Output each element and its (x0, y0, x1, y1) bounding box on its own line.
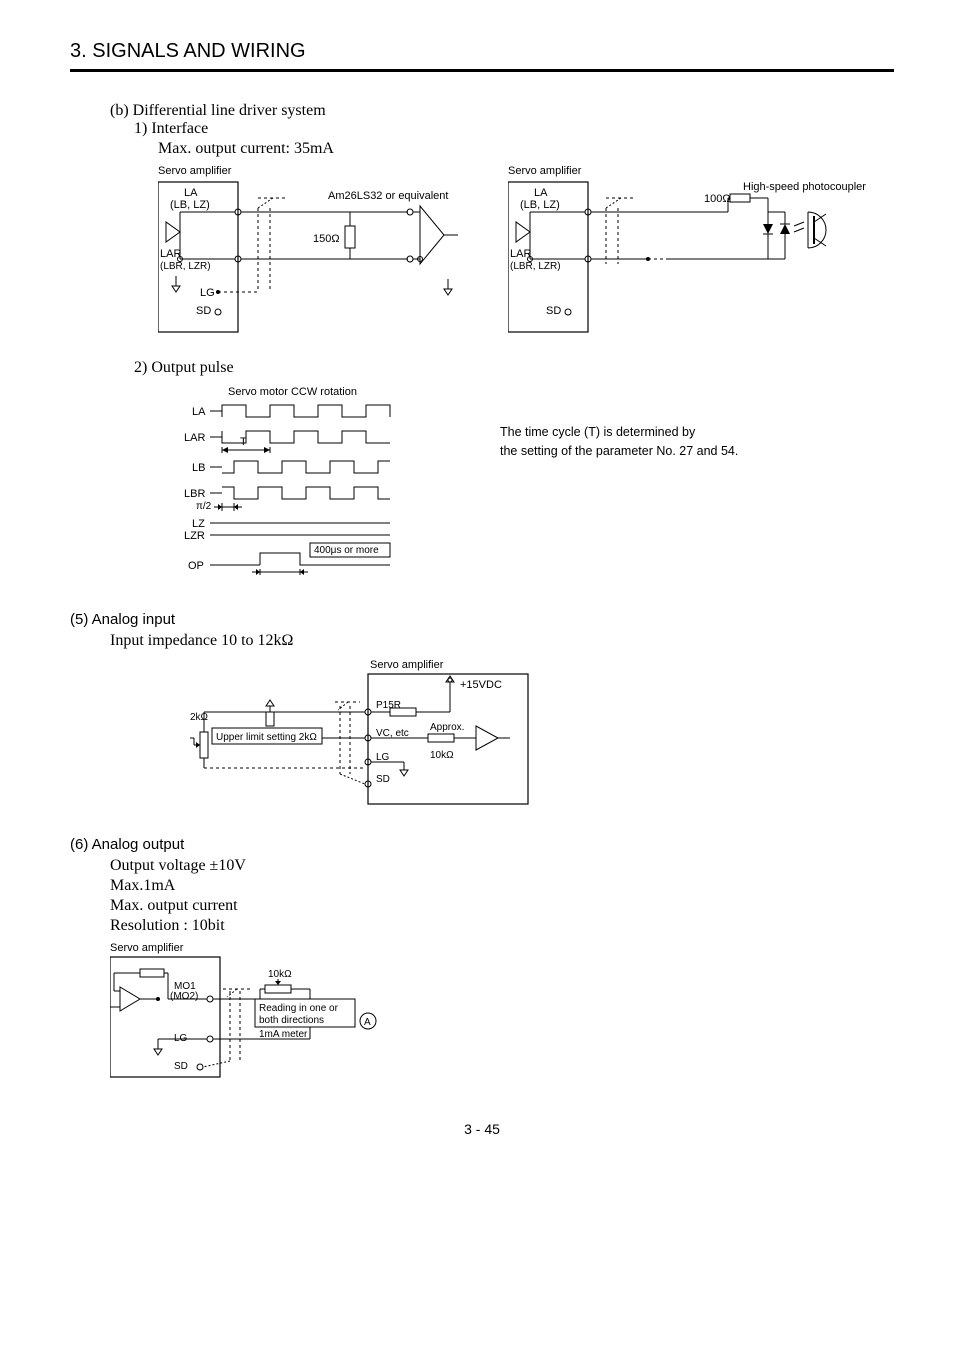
circle-a: A (364, 1017, 371, 1028)
input-impedance: Input impedance 10 to 12kΩ (110, 632, 894, 650)
out-voltage: Output voltage ±10V (110, 857, 894, 875)
la-label-r: LA (534, 187, 548, 199)
k10-label: 10kΩ (430, 750, 454, 761)
sd-label-r: SD (546, 305, 561, 317)
lz-row: LZ (192, 518, 205, 530)
op-row: OP (188, 560, 204, 572)
upper-limit-label: Upper limit setting 2kΩ (216, 732, 317, 743)
lb-row: LB (192, 462, 205, 474)
section-b2: 2) Output pulse (134, 359, 894, 377)
k10-label-6: 10kΩ (268, 969, 292, 980)
mo2-label: (MO2) (170, 991, 198, 1002)
la-label: LA (184, 187, 198, 199)
resolution: Resolution : 10bit (110, 917, 894, 935)
vc-etc-label: VC, etc (376, 728, 409, 739)
servo-amp-label: Servo amplifier (158, 165, 232, 177)
p15r-label: P15R (376, 700, 401, 711)
lg-label-5: LG (376, 752, 390, 763)
k2-label: 2kΩ (190, 712, 209, 723)
r100-label: 100Ω (704, 193, 731, 205)
sd-label: SD (196, 305, 211, 317)
lar-row: LAR (184, 432, 205, 444)
servo-amp-label-6: Servo amplifier (110, 942, 184, 954)
lbr-lzr-label: (LBR, LZR) (160, 261, 211, 272)
servo-amp-label-5: Servo amplifier (370, 659, 444, 671)
page-number: 3 - 45 (70, 1121, 894, 1137)
lblz-label-r: (LB, LZ) (520, 199, 560, 211)
chapter-title: 3. SIGNALS AND WIRING (70, 40, 894, 63)
time-cycle-desc: The time cycle (T) is determined by the … (500, 423, 738, 461)
section-5-head: (5) Analog input (70, 611, 894, 628)
sd-label-5: SD (376, 774, 390, 785)
diff-line-driver-left-diagram: Servo amplifier LA (LB, LZ) LAR ( (158, 164, 478, 339)
la-row: LA (192, 406, 206, 418)
approx-label: Approx. (430, 722, 464, 733)
hspc-label: High-speed photocoupler (743, 181, 866, 193)
reading-label-1: Reading in one or (259, 1003, 339, 1014)
am26-label: Am26LS32 or equivalent (328, 190, 448, 202)
lzr-row: LZR (184, 530, 205, 542)
r150-label: 150Ω (313, 233, 340, 245)
lbr-lzr-label-r: (LBR, LZR) (510, 261, 561, 272)
section-6-head: (6) Analog output (70, 836, 894, 853)
vdc15-label: +15VDC (460, 679, 502, 691)
analog-input-diagram: Servo amplifier +15VDC P15R VC, etc Appr… (190, 658, 894, 818)
max-output-current: Max. output current: 35mA (158, 140, 894, 158)
section-b1: 1) Interface (134, 120, 894, 138)
lbr-row: LBR (184, 488, 205, 500)
section-b: (b) Differential line driver system (110, 102, 894, 120)
ccw-label: Servo motor CCW rotation (228, 386, 357, 398)
output-pulse-diagram: Servo motor CCW rotation LA LAR (180, 383, 440, 593)
lblz-label: (LB, LZ) (170, 199, 210, 211)
max-1ma: Max.1mA (110, 877, 894, 895)
lg-label: LG (200, 287, 215, 299)
servo-amp-label-r: Servo amplifier (508, 165, 582, 177)
pi2-label: π/2 (196, 501, 212, 512)
sd-label-6: SD (174, 1061, 188, 1072)
lar-label: LAR (160, 248, 181, 260)
t-label: T (240, 436, 247, 448)
lar-label-r: LAR (510, 248, 531, 260)
max-output-current-6: Max. output current (110, 897, 894, 915)
us400-label: 400μs or more (314, 545, 379, 556)
reading-label-2: both directions (259, 1015, 324, 1026)
diff-line-driver-right-diagram: Servo amplifier LA (LB, LZ) LAR (LBR, LZ… (508, 164, 888, 339)
meter-label: 1mA meter (259, 1029, 308, 1040)
rule (70, 69, 894, 72)
analog-output-diagram: Servo amplifier MO1 (MO2) LG (110, 941, 894, 1091)
